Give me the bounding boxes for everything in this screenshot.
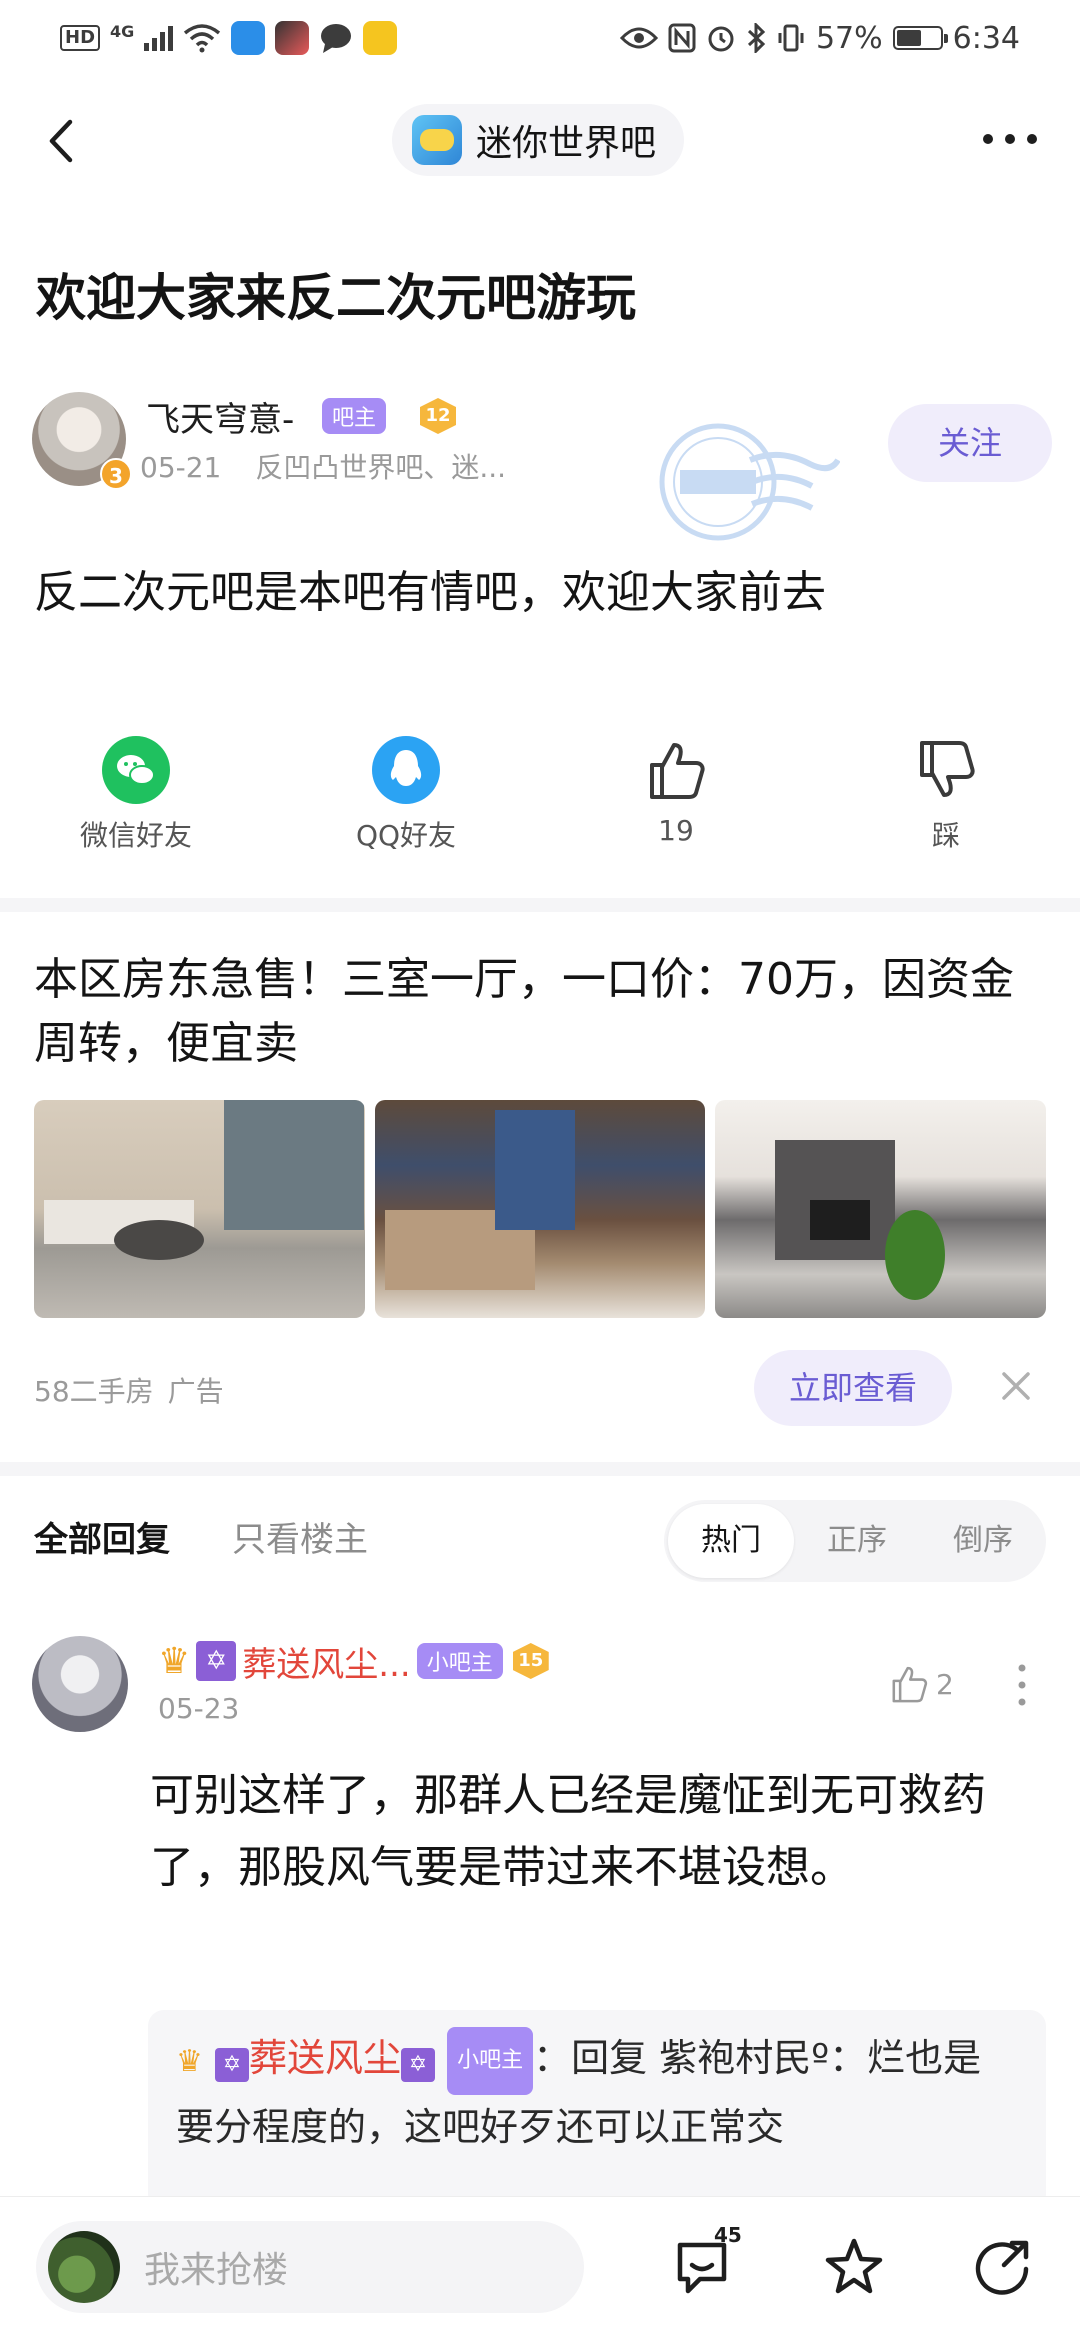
star-icon[interactable] [822,2235,886,2299]
reply-input[interactable]: 我来抢楼 [36,2221,584,2313]
network-type: 4G [110,21,135,41]
game-notification-icon [275,21,310,55]
thumbs-up-icon [892,1666,928,1703]
status-bar: HD 4G 57% 6:34 [0,0,1080,76]
star-of-david-icon: ✡ [401,2048,436,2082]
nfc-icon [668,23,696,53]
ad-images[interactable] [34,1100,1047,1318]
sub-moderator-tag: 小吧主 [447,2026,534,2095]
battery-icon [892,26,948,50]
post-date: 05-21 [140,451,222,484]
eye-icon [619,27,658,49]
reply-author-row: ♛ ✡ 葬送风尘... 小吧主 15 [158,1636,549,1686]
bottom-bar: 我来抢楼 45 [0,2196,1080,2340]
ad-image-living-room [34,1100,365,1318]
qq-icon [372,736,440,804]
clock: 6:34 [952,20,1020,56]
sub-reply-prefix: ：回复 紫袍村民º： [533,2036,868,2080]
share-qq[interactable]: QQ好友 [306,736,506,854]
sub-reply-author[interactable]: 葬送风尘 [249,2036,401,2080]
forum-entry[interactable]: 迷你世界吧 [392,104,685,176]
section-divider [0,898,1080,912]
author-meta: 05-21 反凹凸世界吧、迷... [140,446,506,486]
crown-icon: ♛ [176,2044,203,2079]
ad-label: 广告 [167,1375,224,1408]
dislike-button[interactable]: 踩 [846,736,1046,854]
sort-descending[interactable]: 倒序 [920,1504,1046,1578]
vibrate-icon [778,24,804,52]
comment-count: 45 [714,2223,742,2247]
section-divider [0,1462,1080,1476]
alarm-icon [708,26,734,52]
avatar [48,2231,120,2303]
app-notification-icon [231,21,266,55]
level-badge: 12 [420,398,456,434]
battery-percent: 57% [815,20,883,56]
reply-body: 可别这样了，那群人已经是魔怔到无可救药了，那股风气要是带过来不堪设想。 [150,1770,986,1893]
share-wechat-label: 微信好友 [79,819,192,852]
follow-button[interactable]: 关注 [888,404,1052,482]
reply-date: 05-23 [158,1692,240,1725]
thumbs-up-icon [642,736,710,804]
star-of-david-icon: ✡ [196,1641,237,1681]
battery-level [896,30,921,46]
crown-icon: ♛ [158,1640,191,1682]
author-forums: 反凹凸世界吧、迷... [255,451,507,484]
like-button[interactable]: 19 [576,736,776,847]
mail-notification-icon [363,21,398,55]
sort-toggle: 热门 正序 倒序 [664,1500,1046,1582]
avatar-level-badge: 3 [100,458,132,490]
author-avatar[interactable]: 3 [32,392,132,490]
forum-avatar [412,115,462,165]
dislike-label: 踩 [931,819,960,852]
reply-like-count: 2 [936,1667,954,1701]
hd-indicator: HD [60,25,101,51]
star-of-david-icon: ✡ [215,2048,249,2082]
nav-bar: 迷你世界吧 [0,96,1080,186]
ad-image-tv-wall [715,1100,1047,1318]
sub-reply[interactable]: ♛ ✡ 葬送风尘 ✡ 小吧主 ：回复 紫袍村民º：烂也是要分程度的，这吧好歹还可以正常… [148,2010,1046,2210]
tab-op-only[interactable]: 只看楼主 [232,1520,368,1560]
message-icon [321,24,352,53]
share-qq-label: QQ好友 [355,819,457,852]
status-right: 57% 6:34 [619,20,1020,56]
avatar[interactable] [32,1636,128,1732]
author-row: 3 飞天穹意- 吧主 12 05-21 反凹凸世界吧、迷... 关注 [32,392,1052,502]
share-wechat[interactable]: 微信好友 [36,736,236,854]
reply-like-button[interactable]: 2 [890,1664,954,1704]
tab-all-replies[interactable]: 全部回复 [34,1520,170,1560]
close-icon[interactable] [996,1366,1036,1406]
status-left: HD 4G [60,21,398,55]
back-arrow-icon[interactable] [38,116,88,166]
ad-image-bedroom [374,1100,706,1318]
signal-icon [144,25,174,51]
reply-author-name[interactable]: 葬送风尘... [242,1637,410,1686]
share-row: 微信好友 QQ好友 19 踩 [0,736,1080,866]
share-icon[interactable] [970,2235,1034,2299]
ad-title[interactable]: 本区房东急售！三室一厅，一口价：70万，因资金周转，便宜卖 [34,948,1044,1076]
more-menu-icon[interactable] [980,124,1040,154]
ad-advertiser: 58二手房 [34,1375,154,1408]
sort-ascending[interactable]: 正序 [794,1504,920,1578]
moderator-tag: 吧主 [322,398,387,434]
thread-body: 反二次元吧是本吧有情吧，欢迎大家前去 [34,567,826,618]
level-badge: 15 [512,1643,549,1679]
thumbs-down-icon [912,736,980,804]
bluetooth-icon [747,23,766,53]
sub-moderator-tag: 小吧主 [416,1643,503,1679]
ad-view-button[interactable]: 立即查看 [754,1350,952,1426]
wechat-icon [102,736,170,804]
author-name[interactable]: 飞天穹意- [146,392,294,441]
like-count: 19 [658,814,694,847]
ad-source: 58二手房 广告 [34,1370,224,1410]
thread-title: 欢迎大家来反二次元吧游玩 [36,269,636,327]
forum-name: 迷你世界吧 [476,123,657,164]
more-vertical-icon[interactable] [1010,1660,1034,1710]
sort-hot[interactable]: 热门 [668,1504,794,1578]
pinned-stamp-icon [659,423,840,541]
wifi-icon [184,24,221,53]
reply-input-placeholder: 我来抢楼 [144,2250,289,2291]
reply-filter-tabs: 全部回复 只看楼主 [34,1512,368,1561]
